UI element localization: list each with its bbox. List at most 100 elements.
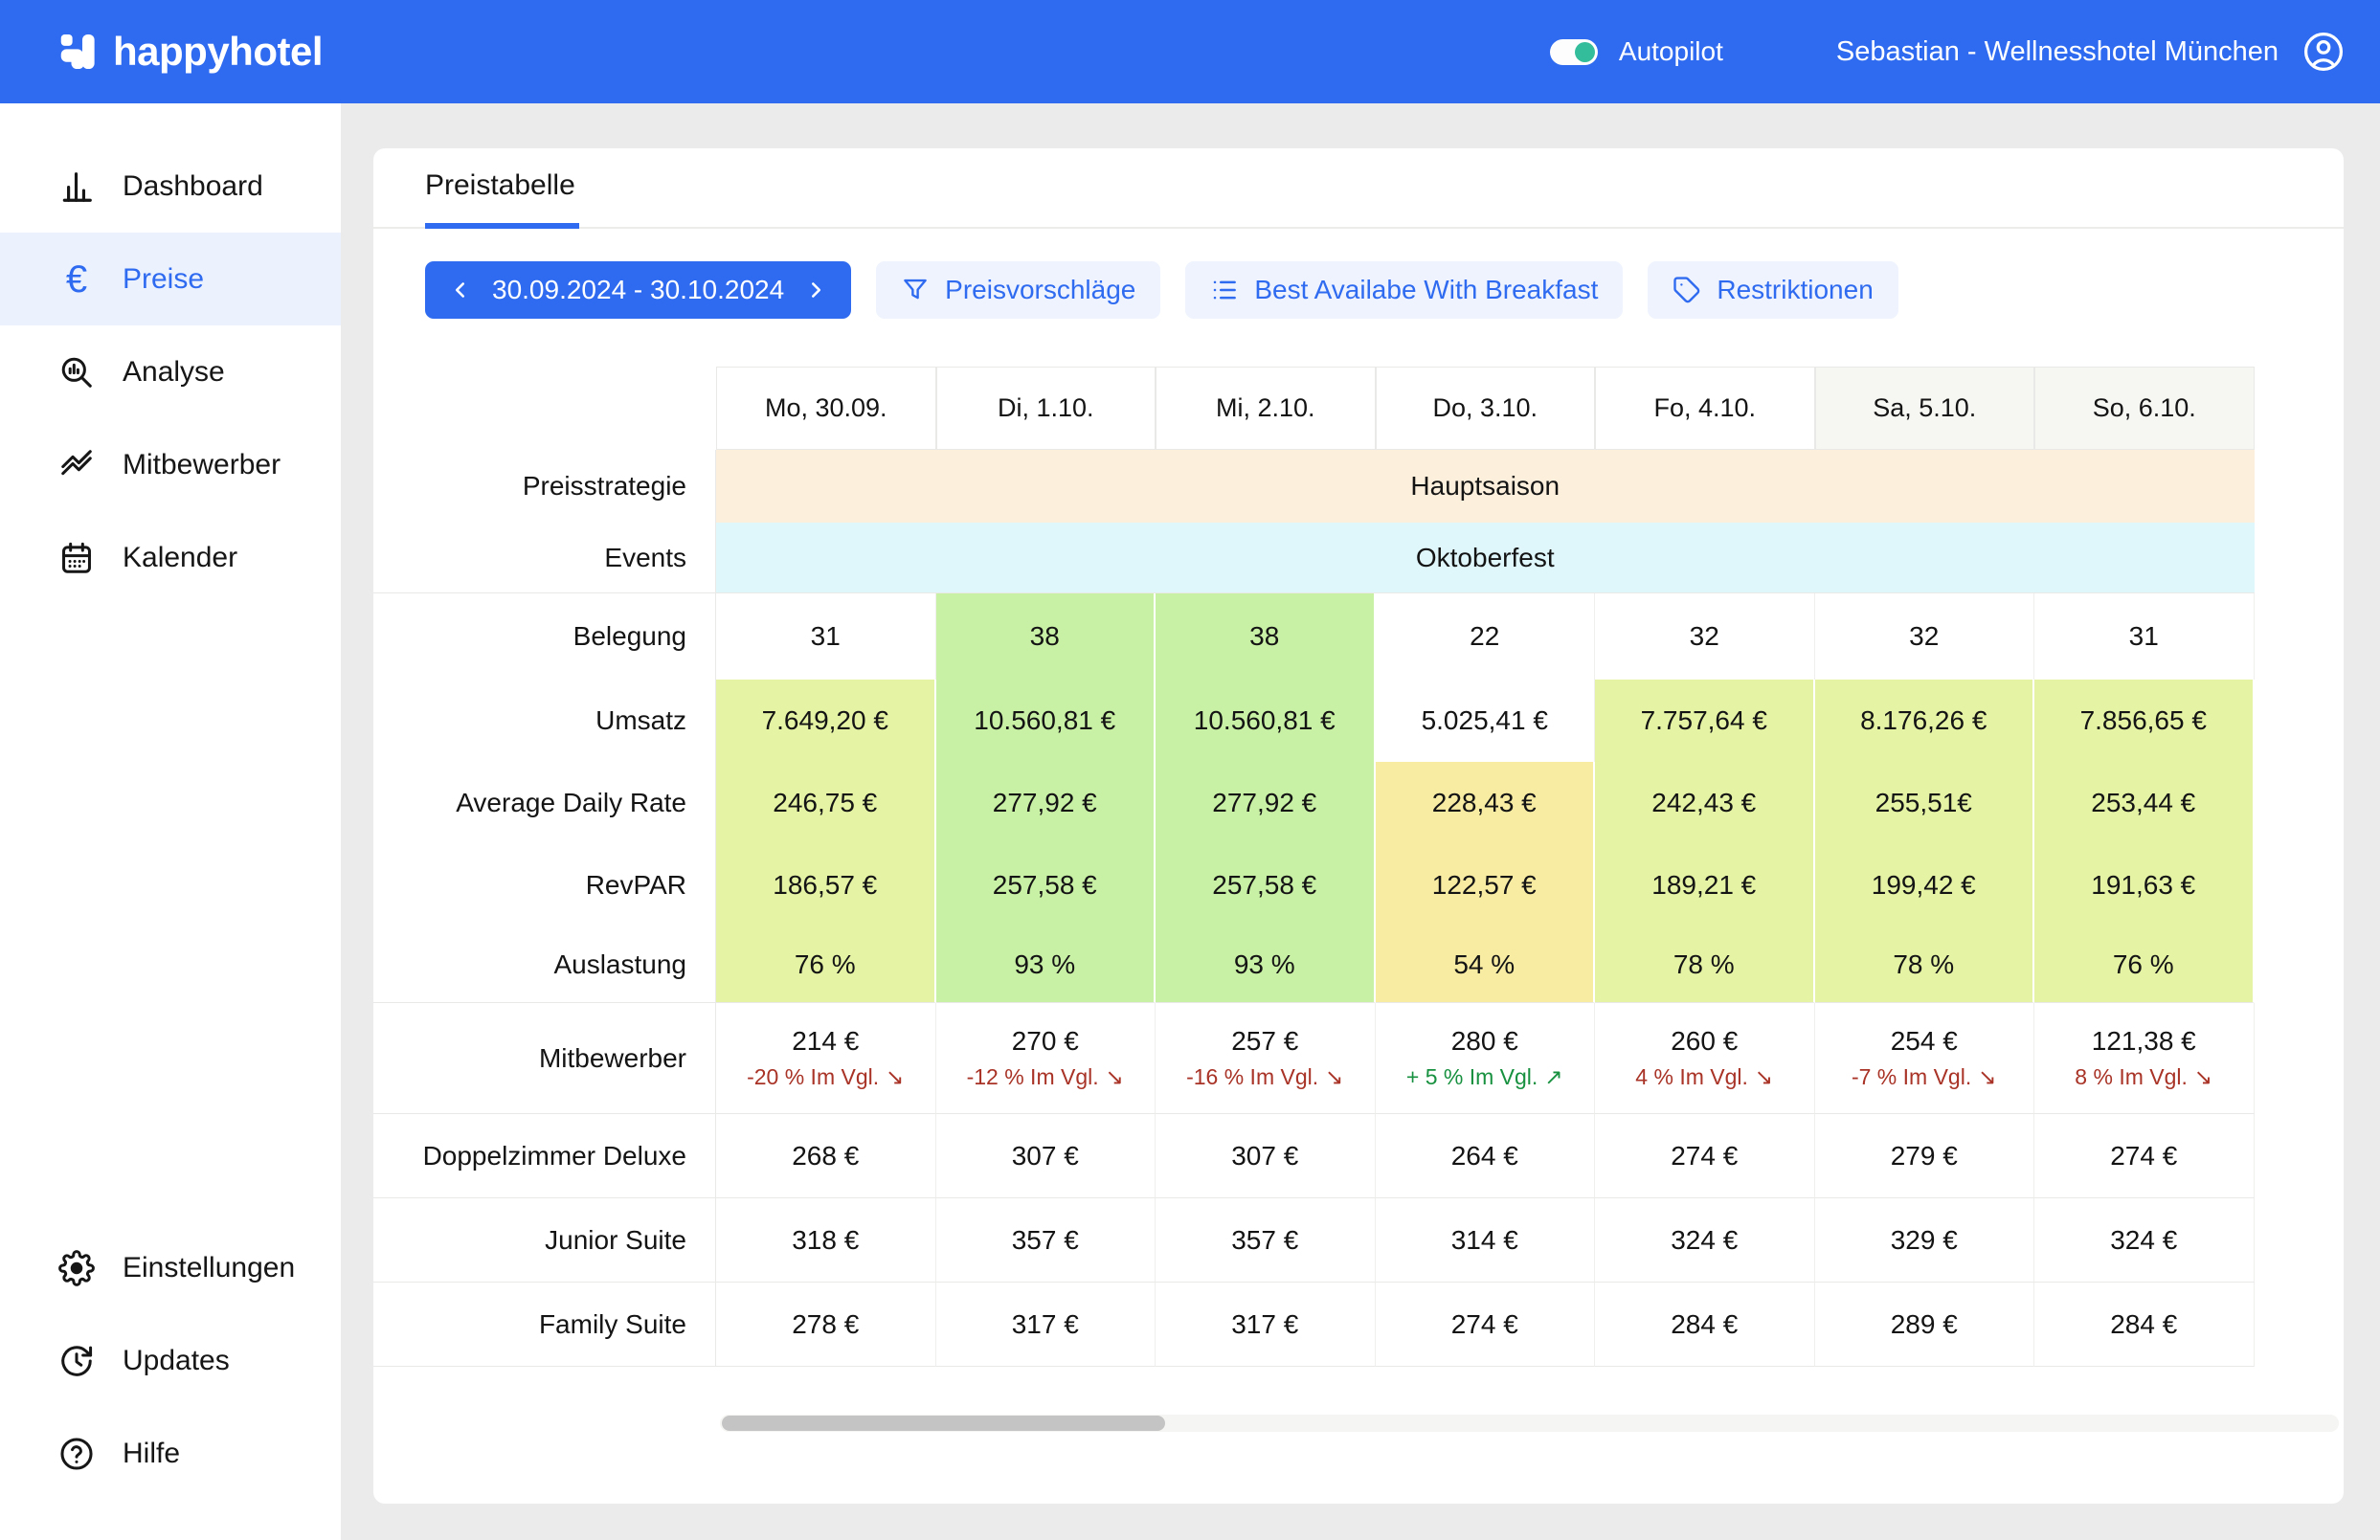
room-price-cell[interactable]: 289 €: [1815, 1283, 2035, 1367]
room-price-cell[interactable]: 274 €: [1376, 1283, 1596, 1367]
sidebar-item-analyse[interactable]: Analyse: [0, 325, 341, 418]
competitor-compare: 8 % Im Vgl.↘: [2075, 1064, 2212, 1090]
sidebar-item-label: Hilfe: [123, 1438, 180, 1470]
row-label-metric: Umsatz: [373, 680, 716, 762]
sidebar-item-einstellungen[interactable]: Einstellungen: [0, 1221, 341, 1314]
day-header-cell[interactable]: Mo, 30.09.: [716, 367, 936, 450]
metric-cell: 54 %: [1376, 926, 1596, 1003]
competitor-compare: -20 % Im Vgl.↘: [747, 1064, 904, 1090]
app-logo: happyhotel: [56, 29, 323, 75]
competitor-price: 280 €: [1451, 1026, 1518, 1057]
chevron-left-icon[interactable]: [448, 278, 473, 302]
room-price-cell[interactable]: 274 €: [1595, 1114, 1815, 1198]
metric-cell: 7.649,20 €: [716, 680, 936, 762]
sidebar-item-mitbewerber[interactable]: Mitbewerber: [0, 418, 341, 511]
room-price-cell[interactable]: 317 €: [936, 1283, 1156, 1367]
preisvorschlaege-label: Preisvorschläge: [945, 275, 1135, 305]
list-icon: [1210, 276, 1239, 304]
trend-down-icon: ↘: [2194, 1064, 2212, 1090]
strategy-band: Hauptsaison: [716, 450, 2255, 523]
room-price-cell[interactable]: 314 €: [1376, 1198, 1596, 1283]
sidebar-item-preise[interactable]: € Preise: [0, 233, 341, 325]
clock-refresh-icon: [57, 1342, 96, 1380]
room-price-cell[interactable]: 268 €: [716, 1114, 936, 1198]
competitor-cell: 214 €-20 % Im Vgl.↘: [716, 1003, 936, 1114]
room-price-cell[interactable]: 307 €: [1156, 1114, 1376, 1198]
row-label-events: Events: [373, 523, 716, 593]
toolbar: 30.09.2024 - 30.10.2024 Preisvorschläge …: [425, 261, 1898, 319]
room-price-cell[interactable]: 329 €: [1815, 1198, 2035, 1283]
horizontal-scrollbar[interactable]: [720, 1415, 2339, 1432]
day-header-cell[interactable]: Sa, 5.10.: [1815, 367, 2035, 450]
trend-down-icon: ↘: [1325, 1064, 1343, 1090]
day-header-cell[interactable]: Fo, 4.10.: [1595, 367, 1815, 450]
room-price-cell[interactable]: 284 €: [2034, 1283, 2255, 1367]
trend-down-icon: ↘: [1978, 1064, 1996, 1090]
room-price-cell[interactable]: 278 €: [716, 1283, 936, 1367]
sidebar-item-updates[interactable]: Updates: [0, 1314, 341, 1407]
row-label-room: Junior Suite: [373, 1198, 716, 1283]
sidebar-item-label: Preise: [123, 263, 204, 296]
row-label-metric: Belegung: [373, 593, 716, 680]
sidebar-item-label: Updates: [123, 1345, 230, 1377]
competitor-cell: 270 €-12 % Im Vgl.↘: [936, 1003, 1156, 1114]
tabs-row: Preistabelle: [373, 148, 2344, 229]
metric-cell: 78 %: [1595, 926, 1815, 1003]
trend-lines-icon: [57, 446, 96, 484]
chevron-right-icon[interactable]: [803, 278, 828, 302]
metric-cell: 191,63 €: [2034, 844, 2255, 926]
user-avatar-icon[interactable]: [2301, 30, 2346, 74]
metric-cell: 253,44 €: [2034, 762, 2255, 844]
competitor-cell: 257 €-16 % Im Vgl.↘: [1156, 1003, 1376, 1114]
room-price-cell[interactable]: 307 €: [936, 1114, 1156, 1198]
day-header-cell[interactable]: Di, 1.10.: [936, 367, 1156, 450]
gear-icon: [57, 1249, 96, 1287]
metric-cell: 76 %: [2034, 926, 2255, 1003]
metric-cell: 257,58 €: [936, 844, 1156, 926]
rate-plan-label: Best Availabe With Breakfast: [1254, 275, 1598, 305]
day-header-cell[interactable]: Do, 3.10.: [1376, 367, 1596, 450]
sidebar-item-label: Kalender: [123, 542, 237, 574]
calendar-icon: [57, 539, 96, 577]
funnel-icon: [901, 276, 930, 304]
date-range-label: 30.09.2024 - 30.10.2024: [492, 275, 784, 305]
row-label-preisstrategie: Preisstrategie: [373, 450, 716, 523]
room-price-cell[interactable]: 264 €: [1376, 1114, 1596, 1198]
restriktionen-button[interactable]: Restriktionen: [1648, 261, 1897, 319]
metric-cell: 277,92 €: [936, 762, 1156, 844]
competitor-compare: -16 % Im Vgl.↘: [1186, 1064, 1343, 1090]
room-price-cell[interactable]: 324 €: [1595, 1198, 1815, 1283]
room-price-cell[interactable]: 284 €: [1595, 1283, 1815, 1367]
room-price-cell[interactable]: 318 €: [716, 1198, 936, 1283]
sidebar-item-label: Analyse: [123, 356, 225, 389]
room-price-cell[interactable]: 357 €: [1156, 1198, 1376, 1283]
competitor-compare: 4 % Im Vgl.↘: [1635, 1064, 1773, 1090]
sidebar-item-hilfe[interactable]: Hilfe: [0, 1407, 341, 1500]
row-label-room: Doppelzimmer Deluxe: [373, 1114, 716, 1198]
rate-plan-button[interactable]: Best Availabe With Breakfast: [1185, 261, 1623, 319]
competitor-compare: -7 % Im Vgl.↘: [1852, 1064, 1997, 1090]
day-header-cell[interactable]: So, 6.10.: [2034, 367, 2255, 450]
sidebar-item-kalender[interactable]: Kalender: [0, 511, 341, 604]
sidebar-item-dashboard[interactable]: Dashboard: [0, 140, 341, 233]
metric-cell: 78 %: [1815, 926, 2035, 1003]
row-label-room: Family Suite: [373, 1283, 716, 1367]
preisvorschlaege-button[interactable]: Preisvorschläge: [876, 261, 1160, 319]
room-price-cell[interactable]: 357 €: [936, 1198, 1156, 1283]
sidebar: Dashboard € Preise Analyse Mitbewerber K…: [0, 103, 341, 1540]
metric-cell: 199,42 €: [1815, 844, 2035, 926]
room-price-cell[interactable]: 317 €: [1156, 1283, 1376, 1367]
price-table: Mo, 30.09.Di, 1.10.Mi, 2.10.Do, 3.10.Fo,…: [373, 367, 2255, 1367]
tab-preistabelle[interactable]: Preistabelle: [425, 169, 579, 229]
metric-cell: 255,51€: [1815, 762, 2035, 844]
day-header-cell[interactable]: Mi, 2.10.: [1156, 367, 1376, 450]
date-range-button[interactable]: 30.09.2024 - 30.10.2024: [425, 261, 851, 319]
events-band: Oktoberfest: [716, 523, 2255, 593]
autopilot-toggle[interactable]: [1550, 39, 1598, 65]
scrollbar-thumb[interactable]: [722, 1416, 1165, 1431]
price-table-card: Preistabelle 30.09.2024 - 30.10.2024 Pre…: [373, 148, 2344, 1504]
room-price-cell[interactable]: 274 €: [2034, 1114, 2255, 1198]
room-price-cell[interactable]: 279 €: [1815, 1114, 2035, 1198]
room-price-cell[interactable]: 324 €: [2034, 1198, 2255, 1283]
row-label-mitbewerber: Mitbewerber: [373, 1003, 716, 1114]
